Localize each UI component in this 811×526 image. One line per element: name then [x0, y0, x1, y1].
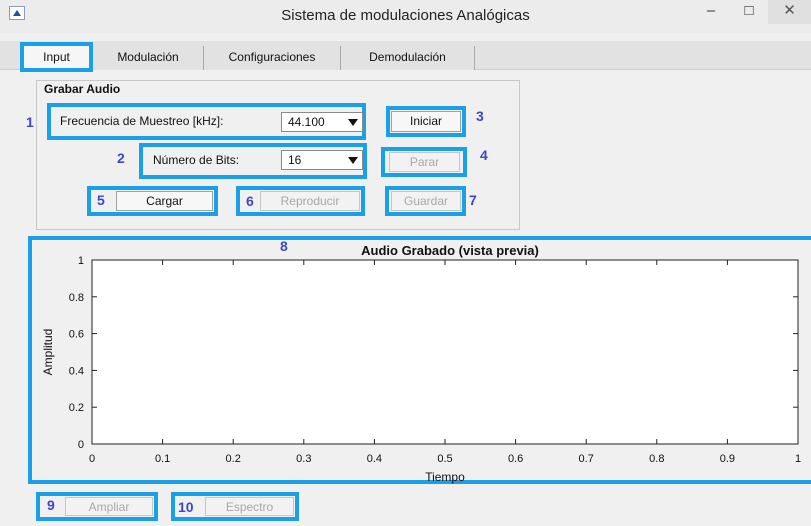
- x-tick-label: 0.4: [367, 453, 382, 465]
- x-tick-label: 0.1: [155, 453, 170, 465]
- y-tick-label: 0.8: [69, 292, 84, 304]
- audio-preview-chart: Audio Grabado (vista previa) 0 0.1 0.2 0.3 0…: [41, 243, 801, 484]
- x-tick-label: 0.2: [226, 453, 241, 465]
- y-tick-label: 0.6: [69, 329, 84, 341]
- x-tick-label: 0.3: [296, 453, 311, 465]
- plot-area: [91, 259, 799, 445]
- spectrum-button[interactable]: Espectro: [205, 497, 294, 516]
- x-tick-label: 0.9: [720, 453, 735, 465]
- x-tick-label: 0.8: [649, 453, 664, 465]
- y-tick-label: 0.2: [69, 402, 84, 414]
- y-axis-label: Amplitud: [41, 329, 55, 376]
- x-tick-label: 0.6: [508, 453, 523, 465]
- zoom-button[interactable]: Ampliar: [65, 497, 153, 516]
- x-tick-label: 0.7: [579, 453, 594, 465]
- x-axis-label: Tiempo: [425, 470, 465, 484]
- x-tick-label: 0: [89, 453, 95, 465]
- marker-9: 9: [47, 497, 55, 513]
- y-tick-label: 0.4: [69, 365, 84, 377]
- chart-title: Audio Grabado (vista previa): [361, 243, 539, 258]
- marker-10: 10: [178, 499, 194, 515]
- x-tick-label: 1: [795, 453, 801, 465]
- x-tick-label: 0.5: [437, 453, 452, 465]
- y-tick-label: 0: [78, 439, 84, 451]
- y-tick-label: 1: [78, 255, 84, 267]
